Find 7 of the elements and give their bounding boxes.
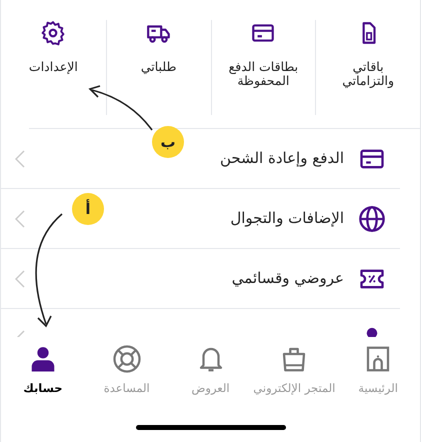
shortcut-item[interactable]: طلباتي: [106, 20, 210, 115]
menu-row[interactable]: عروضي وقسائمي: [1, 249, 400, 309]
shortcut-item[interactable]: بطاقات الدفع المحفوظة: [210, 20, 316, 115]
callout-label: أ: [85, 200, 91, 218]
shortcut-item[interactable]: باقاتي والتزاماتي: [315, 20, 420, 115]
shortcut-item[interactable]: الإعدادات: [1, 20, 106, 115]
callout-label: ب: [160, 133, 176, 151]
